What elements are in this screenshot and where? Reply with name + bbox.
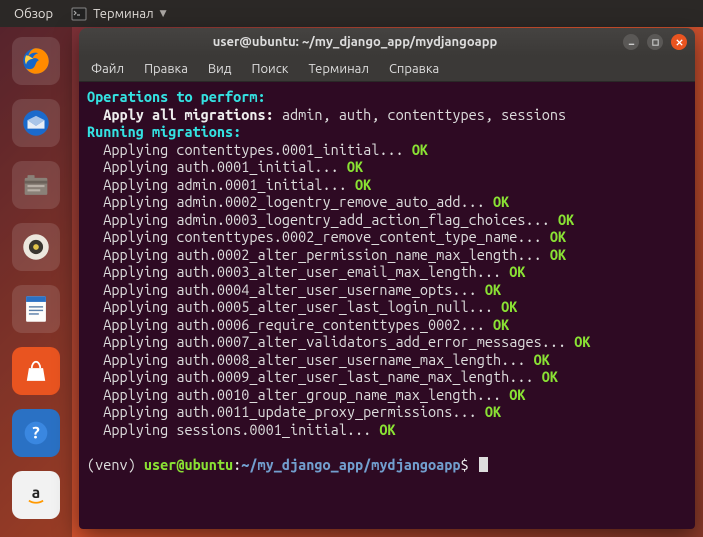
window-controls [623, 34, 687, 50]
terminal-icon [71, 6, 87, 22]
launcher-help[interactable]: ? [12, 409, 60, 457]
desktop-topbar: Обзор Терминал ▼ [0, 0, 703, 27]
maximize-button[interactable] [647, 34, 663, 50]
topbar-app-label: Терминал [93, 7, 153, 21]
menu-terminal[interactable]: Терминал [308, 62, 368, 76]
minimize-button[interactable] [623, 34, 639, 50]
menu-file[interactable]: Файл [91, 62, 124, 76]
window-titlebar[interactable]: user@ubuntu: ~/my_django_app/mydjangoapp [79, 28, 695, 56]
window-title: user@ubuntu: ~/my_django_app/mydjangoapp [87, 35, 623, 49]
terminal-menubar: Файл Правка Вид Поиск Терминал Справка [79, 56, 695, 82]
launcher-software[interactable] [12, 347, 60, 395]
launcher-amazon[interactable]: a [12, 471, 60, 519]
menu-view[interactable]: Вид [208, 62, 232, 76]
terminal-cursor [479, 457, 488, 472]
svg-text:a: a [32, 483, 40, 501]
launcher-thunderbird[interactable] [12, 99, 60, 147]
launcher-rhythmbox[interactable] [12, 223, 60, 271]
activities-button[interactable]: Обзор [4, 7, 63, 21]
launcher-dock: ? a [0, 27, 72, 537]
menu-edit[interactable]: Правка [144, 62, 188, 76]
menu-help[interactable]: Справка [389, 62, 439, 76]
launcher-writer[interactable] [12, 285, 60, 333]
menu-search[interactable]: Поиск [251, 62, 288, 76]
terminal-output[interactable]: Operations to perform: Apply all migrati… [79, 82, 695, 529]
chevron-down-icon: ▼ [160, 8, 167, 19]
close-button[interactable] [671, 34, 687, 50]
terminal-window: user@ubuntu: ~/my_django_app/mydjangoapp… [79, 28, 695, 529]
svg-text:?: ? [32, 424, 40, 443]
launcher-firefox[interactable] [12, 37, 60, 85]
launcher-files[interactable] [12, 161, 60, 209]
topbar-app-menu[interactable]: Терминал ▼ [63, 6, 174, 22]
